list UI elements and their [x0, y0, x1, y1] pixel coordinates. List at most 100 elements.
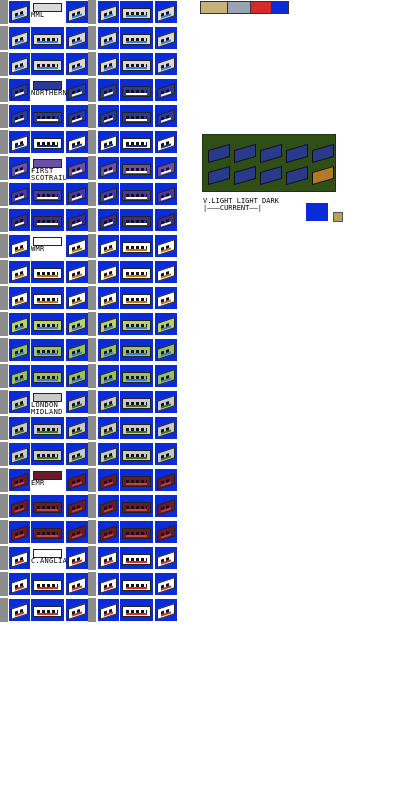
- train-sprite-tile: [98, 209, 119, 231]
- train-windows: [37, 116, 58, 121]
- train-sprite-tile: [9, 183, 30, 205]
- train-sprite-tile: [66, 209, 88, 231]
- train-sprite: [68, 83, 86, 100]
- train-sprite-tile: [66, 365, 88, 387]
- train-sprite: [157, 57, 175, 74]
- train-sprite: [122, 424, 151, 435]
- train-windows: [126, 12, 147, 17]
- train-sprite-tile: [9, 261, 30, 283]
- train-sprite: [68, 135, 86, 152]
- train-sprite: [100, 603, 117, 620]
- train-sprite: [157, 239, 175, 256]
- train-windows: [104, 88, 113, 97]
- train-sprite-tile: [155, 53, 177, 75]
- train-windows: [37, 64, 58, 69]
- train-sprite: [157, 109, 175, 126]
- shade-preview-train: [286, 143, 308, 164]
- train-sprite: [100, 473, 117, 490]
- train-sprite: [33, 34, 62, 45]
- train-sprite: [11, 83, 28, 100]
- train-sprite: [100, 135, 117, 152]
- row-separator: [0, 104, 8, 128]
- train-windows: [126, 402, 147, 407]
- train-sprite-tile: [120, 469, 153, 491]
- train-sprite-tile: [98, 105, 119, 127]
- train-windows: [15, 140, 24, 149]
- train-sprite: [11, 213, 28, 230]
- strip-sprite-1: [200, 1, 228, 14]
- row-separator: [0, 572, 8, 596]
- train-sprite-tile: [98, 469, 119, 491]
- train-sprite-tile: [120, 105, 153, 127]
- livery-row: [0, 52, 180, 76]
- train-sprite: [100, 265, 117, 282]
- train-sprite-tile: [66, 339, 88, 361]
- train-sprite: [11, 109, 28, 126]
- train-windows: [72, 504, 82, 513]
- livery-row: [0, 130, 180, 154]
- train-windows: [104, 270, 113, 279]
- row-separator: [88, 520, 96, 544]
- livery-row: [0, 312, 180, 336]
- train-windows: [104, 244, 113, 253]
- train-windows: [72, 270, 82, 279]
- livery-row: [0, 416, 180, 440]
- train-windows: [15, 270, 24, 279]
- train-windows: [15, 10, 24, 19]
- train-windows: [104, 296, 113, 305]
- train-sprite-tile: [31, 573, 64, 595]
- train-sprite-tile: [9, 521, 30, 543]
- train-windows: [126, 272, 147, 277]
- train-sprite: [68, 421, 86, 438]
- train-sprite: [157, 525, 175, 542]
- train-sprite-tile: [120, 547, 153, 569]
- row-separator: [0, 338, 8, 362]
- train-sprite-tile: [155, 287, 177, 309]
- shade-preview-train: [312, 143, 334, 164]
- train-sprite: [68, 109, 86, 126]
- train-windows: [37, 584, 58, 589]
- train-sprite-tile: [66, 313, 88, 335]
- row-separator: [0, 598, 8, 622]
- train-windows: [15, 88, 24, 97]
- row-separator: [88, 390, 96, 414]
- row-separator: [0, 364, 8, 388]
- train-sprite-tile: [66, 287, 88, 309]
- train-sprite: [11, 603, 28, 620]
- row-separator: [0, 78, 8, 102]
- train-sprite: [33, 112, 62, 123]
- train-sprite: [33, 294, 62, 305]
- train-windows: [126, 584, 147, 589]
- train-sprite: [122, 346, 151, 357]
- train-windows: [15, 322, 24, 331]
- train-windows: [72, 36, 82, 45]
- train-windows: [104, 114, 113, 123]
- train-sprite-tile: [9, 287, 30, 309]
- train-sprite: [157, 499, 175, 516]
- train-sprite: [157, 161, 175, 178]
- train-sprite: [157, 551, 175, 568]
- train-windows: [161, 10, 171, 19]
- livery-row: MML: [0, 0, 180, 24]
- train-sprite: [68, 395, 86, 412]
- train-sprite: [11, 265, 28, 282]
- train-sprite: [11, 239, 28, 256]
- train-windows: [15, 582, 24, 591]
- train-windows: [15, 452, 24, 461]
- train-sprite-tile: [155, 79, 177, 101]
- livery-row: [0, 494, 180, 518]
- train-sprite: [122, 190, 151, 201]
- train-sprite-tile: [31, 599, 64, 621]
- train-windows: [104, 478, 113, 487]
- train-sprite-tile: [31, 53, 64, 75]
- train-sprite: [33, 268, 62, 279]
- train-windows: [15, 296, 24, 305]
- train-sprite: [33, 60, 62, 71]
- train-sprite: [11, 551, 28, 568]
- train-sprite: [11, 395, 28, 412]
- shade-preview-train: [260, 165, 282, 186]
- train-sprite-tile: [98, 521, 119, 543]
- train-windows: [104, 166, 113, 175]
- train-sprite: [11, 447, 28, 464]
- train-sprite: [68, 499, 86, 516]
